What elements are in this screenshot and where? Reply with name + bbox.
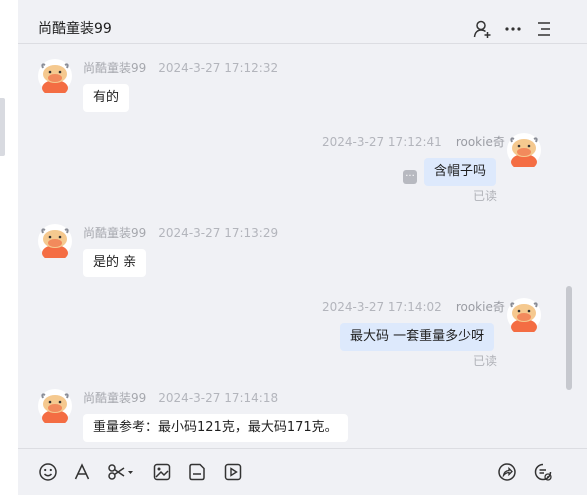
message-time: 2024-3-27 17:12:32 xyxy=(158,61,279,75)
read-status: 已读 xyxy=(473,189,498,203)
message-bubble[interactable]: 是的 亲 xyxy=(83,249,147,277)
sender-name: 尚酷童装99 xyxy=(83,226,147,240)
image-icon[interactable] xyxy=(151,461,173,483)
message-bubble[interactable]: 重量参考：最小码121克，最大码171克。 xyxy=(83,414,348,442)
message-list-scrollbar[interactable] xyxy=(566,286,572,390)
left-panel-edge xyxy=(0,0,18,495)
message-options-icon[interactable]: ... xyxy=(403,169,417,184)
cartoon-cow-avatar[interactable] xyxy=(38,59,72,96)
cartoon-cow-avatar[interactable] xyxy=(507,133,541,170)
more-icon[interactable] xyxy=(503,19,523,39)
input-toolbar xyxy=(18,448,587,495)
video-icon[interactable] xyxy=(222,461,244,483)
left-panel-scroll-handle[interactable] xyxy=(0,98,5,156)
message-time: 2024-3-27 17:14:18 xyxy=(158,391,279,405)
message-time: 2024-3-27 17:12:41 xyxy=(322,135,442,149)
cartoon-cow-avatar[interactable] xyxy=(38,224,72,261)
list-icon[interactable] xyxy=(534,19,554,39)
add-person-icon[interactable] xyxy=(472,19,492,39)
chat-window: 尚酷童装99 尚酷童装99 2024-3-27 17:12:32 有的 2024-… xyxy=(0,0,587,495)
scissors-icon[interactable] xyxy=(106,461,136,483)
read-status: 已读 xyxy=(473,354,498,368)
message-bubble[interactable]: 最大码 一套重量多少呀 xyxy=(340,323,495,351)
font-icon[interactable] xyxy=(71,461,93,483)
chat-history-icon[interactable] xyxy=(532,461,554,483)
message-list: 尚酷童装99 2024-3-27 17:12:32 有的 2024-3-27 17… xyxy=(18,44,587,448)
sender-name: rookie奇 xyxy=(455,300,505,314)
chat-header: 尚酷童装99 xyxy=(18,0,587,44)
cartoon-cow-avatar[interactable] xyxy=(38,389,72,426)
sender-name: rookie奇 xyxy=(455,135,505,149)
message-bubble[interactable]: 含帽子吗 xyxy=(424,158,497,186)
message-bubble[interactable]: 有的 xyxy=(83,84,130,112)
chat-title: 尚酷童装99 xyxy=(38,21,112,37)
sender-name: 尚酷童装99 xyxy=(83,61,147,75)
file-icon[interactable] xyxy=(186,461,208,483)
cartoon-cow-avatar[interactable] xyxy=(507,298,541,335)
emoji-icon[interactable] xyxy=(37,461,59,483)
sender-name: 尚酷童装99 xyxy=(83,391,147,405)
message-time: 2024-3-27 17:13:29 xyxy=(158,226,279,240)
share-icon[interactable] xyxy=(496,461,518,483)
message-time: 2024-3-27 17:14:02 xyxy=(322,300,442,314)
